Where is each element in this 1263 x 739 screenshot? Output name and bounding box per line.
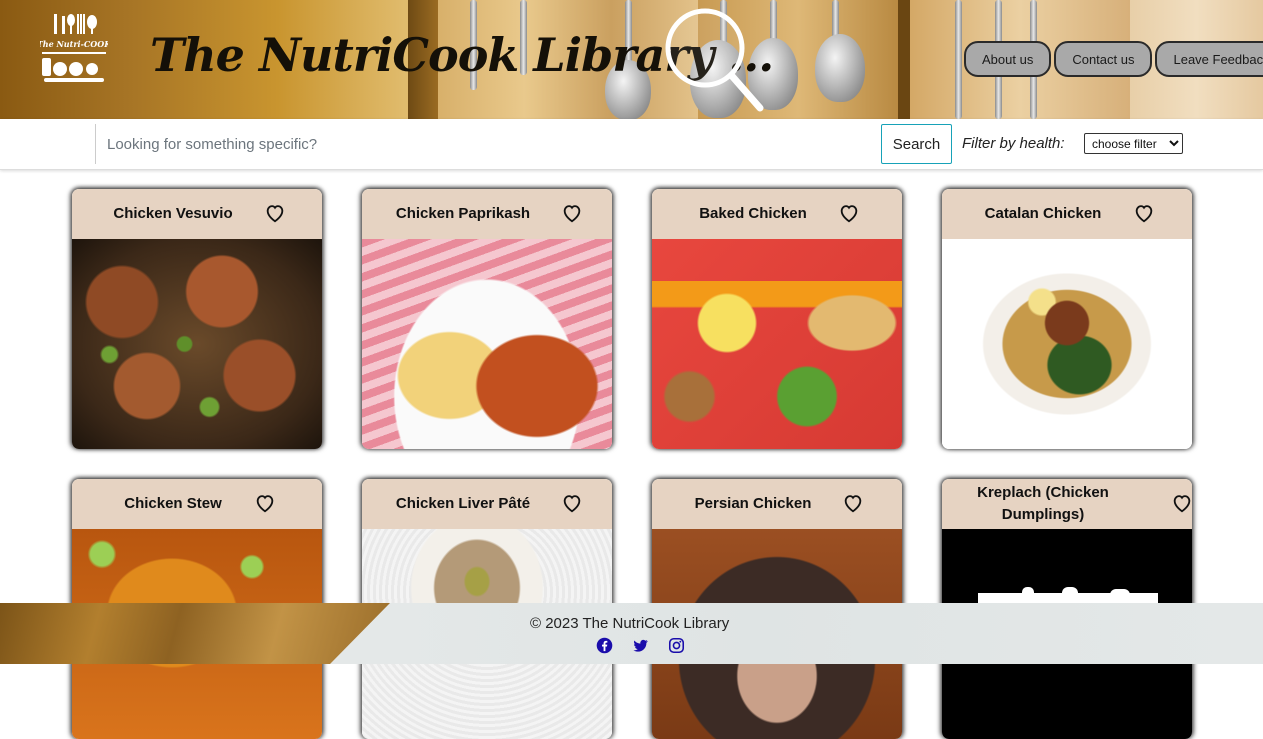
site-header: The Nutri-COOK The NutriCook Library ...… — [0, 0, 1263, 119]
fork-handle — [955, 0, 962, 119]
card-header: Chicken Vesuvio — [72, 189, 322, 239]
recipe-title: Chicken Paprikash — [395, 205, 531, 222]
heart-icon[interactable] — [1133, 202, 1155, 224]
site-logo[interactable]: The Nutri-COOK — [37, 12, 112, 88]
recipe-title: Persian Chicken — [694, 495, 812, 512]
heart-icon[interactable] — [1171, 492, 1192, 514]
heart-icon[interactable] — [254, 492, 276, 514]
copyright-text: © 2023 The NutriCook Library — [530, 615, 730, 632]
recipe-card[interactable]: Catalan Chicken — [942, 189, 1192, 449]
heart-icon[interactable] — [264, 202, 286, 224]
search-bar: Search Filter by health: choose filter — [0, 119, 1263, 170]
recipe-card[interactable]: Baked Chicken — [652, 189, 902, 449]
card-header: Kreplach (Chicken Dumplings) — [942, 479, 1192, 529]
about-us-button[interactable]: About us — [964, 41, 1052, 77]
filter-label: Filter by health: — [962, 135, 1065, 152]
drawer-divider — [898, 0, 910, 119]
site-footer: © 2023 The NutriCook Library — [0, 603, 1263, 664]
heart-icon[interactable] — [842, 492, 864, 514]
card-header: Baked Chicken — [652, 189, 902, 239]
spoon-bowl — [815, 34, 865, 102]
recipe-card[interactable]: Chicken Vesuvio — [72, 189, 322, 449]
card-header: Chicken Stew — [72, 479, 322, 529]
heart-icon[interactable] — [838, 202, 860, 224]
recipe-title: Catalan Chicken — [984, 205, 1102, 222]
social-links — [596, 637, 685, 654]
chicken-paprikash-with-spaetzle-image — [362, 239, 612, 449]
instagram-icon[interactable] — [668, 637, 685, 654]
facebook-icon[interactable] — [596, 637, 613, 654]
recipe-title: Chicken Vesuvio — [113, 205, 233, 222]
card-header: Chicken Liver Pâté — [362, 479, 612, 529]
top-nav: About us Contact us Leave Feedback — [964, 41, 1263, 77]
search-magnifier-icon — [665, 8, 764, 112]
card-header: Catalan Chicken — [942, 189, 1192, 239]
footer-wood-decoration — [0, 603, 390, 664]
recipe-title: Chicken Stew — [124, 495, 222, 512]
recipe-title: Kreplach (Chicken Dumplings) — [977, 484, 1109, 523]
card-header: Chicken Paprikash — [362, 189, 612, 239]
recipe-title: Chicken Liver Pâté — [395, 495, 531, 512]
leave-feedback-button[interactable]: Leave Feedback — [1155, 41, 1263, 77]
heart-icon[interactable] — [561, 492, 583, 514]
heart-icon[interactable] — [561, 202, 583, 224]
svg-text:The Nutri-COOK: The Nutri-COOK — [40, 39, 108, 49]
recipe-title: Baked Chicken — [699, 205, 807, 222]
baked-chicken-tray-meal-image — [652, 239, 902, 449]
search-input[interactable] — [95, 124, 879, 164]
health-filter-select[interactable]: choose filter — [1084, 133, 1183, 154]
twitter-icon[interactable] — [632, 637, 649, 654]
search-button[interactable]: Search — [881, 124, 952, 164]
card-header: Persian Chicken — [652, 479, 902, 529]
roasted-chicken-with-peas-image — [72, 239, 322, 449]
contact-us-button[interactable]: Contact us — [1054, 41, 1153, 77]
catalan-chicken-bowl-image — [942, 239, 1192, 449]
recipe-card[interactable]: Chicken Paprikash — [362, 189, 612, 449]
